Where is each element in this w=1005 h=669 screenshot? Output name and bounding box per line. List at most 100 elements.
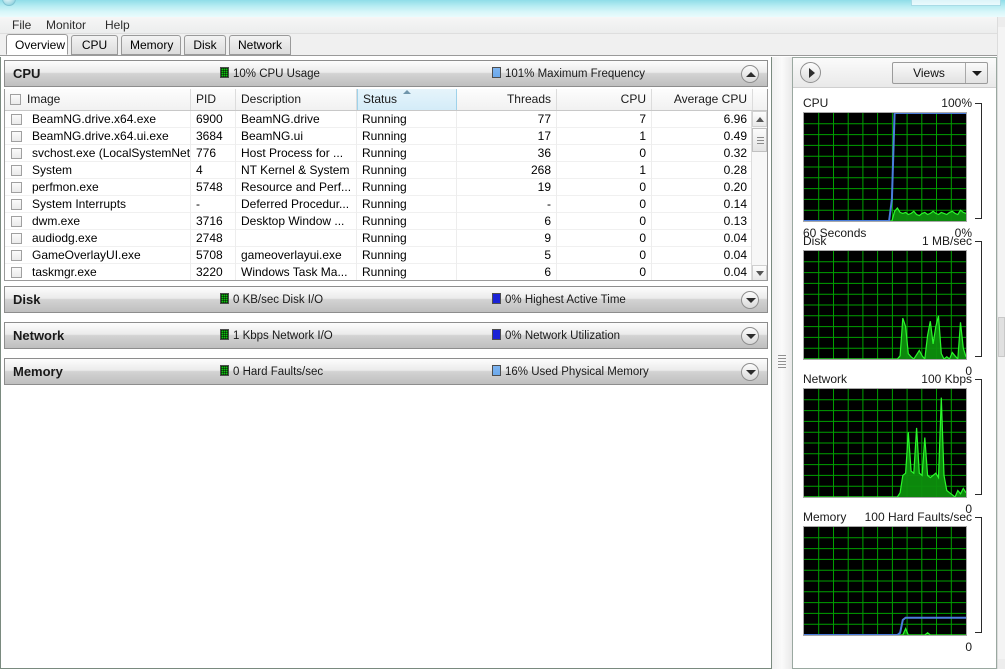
table-row[interactable]: svchost.exe (LocalSystemNet... 776 Host Pr… bbox=[5, 145, 753, 162]
graph-disk: Disk 1 MB/sec 0 bbox=[803, 234, 988, 378]
cell-image: dwm.exe bbox=[27, 213, 191, 230]
cell-cpu: 0 bbox=[557, 196, 652, 213]
process-table: Image PID Description Status Threads CPU… bbox=[4, 89, 768, 281]
cell-threads: 77 bbox=[457, 111, 557, 128]
cell-image: svchost.exe (LocalSystemNet... bbox=[27, 145, 191, 162]
cell-pid: 3220 bbox=[191, 264, 236, 280]
cell-description: NT Kernel & System bbox=[236, 162, 357, 179]
row-checkbox[interactable] bbox=[11, 250, 22, 261]
cell-cpu: 7 bbox=[557, 111, 652, 128]
row-checkbox[interactable] bbox=[11, 148, 22, 159]
cell-cpu: 0 bbox=[557, 230, 652, 247]
column-header-description[interactable]: Description bbox=[236, 89, 357, 110]
cell-pid: 3716 bbox=[191, 213, 236, 230]
table-row[interactable]: dwm.exe 3716 Desktop Window ... Running 6 0 0.… bbox=[5, 213, 753, 230]
window-scrollbar-thumb[interactable] bbox=[998, 317, 1005, 357]
section-header-disk[interactable]: Disk 0 KB/sec Disk I/O 0% Highest Active… bbox=[4, 286, 768, 313]
section-header-cpu[interactable]: CPU 10% CPU Usage 101% Maximum Frequency bbox=[4, 60, 768, 87]
cell-threads: 268 bbox=[457, 162, 557, 179]
tab-disk[interactable]: Disk bbox=[184, 35, 226, 55]
tab-cpu[interactable]: CPU bbox=[71, 35, 118, 55]
tab-memory[interactable]: Memory bbox=[121, 35, 181, 55]
scroll-down-button[interactable] bbox=[752, 265, 767, 280]
table-row[interactable]: BeamNG.drive.x64.exe 6900 BeamNG.drive Runn… bbox=[5, 111, 753, 128]
cell-cpu: 1 bbox=[557, 128, 652, 145]
column-header-status[interactable]: Status bbox=[357, 89, 457, 110]
column-header-threads[interactable]: Threads bbox=[457, 89, 557, 110]
cell-pid: - bbox=[191, 196, 236, 213]
cell-cpu: 0 bbox=[557, 213, 652, 230]
cell-status: Running bbox=[357, 128, 457, 145]
light-blue-swatch-icon bbox=[492, 365, 501, 376]
cell-cpu: 0 bbox=[557, 179, 652, 196]
scrollbar-thumb[interactable] bbox=[752, 128, 767, 152]
green-swatch-icon bbox=[220, 293, 229, 304]
row-checkbox[interactable] bbox=[11, 267, 22, 278]
table-row[interactable]: System 4 NT Kernel & System Running 268 1 0.28 bbox=[5, 162, 753, 179]
column-header-pid[interactable]: PID bbox=[191, 89, 236, 110]
row-checkbox[interactable] bbox=[11, 114, 22, 125]
chevron-down-icon[interactable] bbox=[741, 327, 759, 345]
table-row[interactable]: GameOverlayUI.exe 5708 gameoverlayui.exe Ru… bbox=[5, 247, 753, 264]
column-header-image[interactable]: Image bbox=[5, 89, 191, 110]
table-row[interactable]: BeamNG.drive.x64.ui.exe 3684 BeamNG.ui Runn… bbox=[5, 128, 753, 145]
tab-overview[interactable]: Overview bbox=[6, 34, 68, 55]
graph-axis-bracket bbox=[975, 241, 982, 357]
green-swatch-icon bbox=[220, 67, 229, 78]
column-header-cpu[interactable]: CPU bbox=[557, 89, 652, 110]
cell-threads: 6 bbox=[457, 213, 557, 230]
section-header-network[interactable]: Network 1 Kbps Network I/O 0% Network Ut… bbox=[4, 322, 768, 349]
graph-max-label: 100 Hard Faults/sec bbox=[864, 510, 972, 524]
cell-description: Deferred Procedur... bbox=[236, 196, 357, 213]
row-checkbox[interactable] bbox=[11, 131, 22, 142]
scroll-up-button[interactable] bbox=[752, 111, 767, 127]
table-row[interactable]: taskmgr.exe 3220 Windows Task Ma... Running… bbox=[5, 264, 753, 280]
cell-image: BeamNG.drive.x64.exe bbox=[27, 111, 191, 128]
graph-plot-area bbox=[803, 526, 967, 636]
select-all-checkbox[interactable] bbox=[10, 94, 21, 105]
graph-title-cpu: CPU bbox=[803, 96, 829, 110]
blue-swatch-icon bbox=[492, 329, 501, 340]
graph-title-network: Network bbox=[803, 372, 848, 386]
menu-item-monitor[interactable]: Monitor bbox=[42, 18, 90, 33]
sort-ascending-icon bbox=[403, 90, 411, 94]
blue-swatch-icon bbox=[492, 293, 501, 304]
chevron-down-icon[interactable] bbox=[741, 291, 759, 309]
section-header-memory[interactable]: Memory 0 Hard Faults/sec 16% Used Physic… bbox=[4, 358, 768, 385]
cell-description: BeamNG.ui bbox=[236, 128, 357, 145]
row-checkbox[interactable] bbox=[11, 216, 22, 227]
cell-image: audiodg.exe bbox=[27, 230, 191, 247]
menu-item-help[interactable]: Help bbox=[101, 18, 134, 33]
tab-network[interactable]: Network bbox=[229, 35, 291, 55]
table-row[interactable]: audiodg.exe 2748 Running 9 0 0.04 bbox=[5, 230, 753, 247]
row-checkbox[interactable] bbox=[11, 199, 22, 210]
cell-avg-cpu: 0.04 bbox=[652, 264, 753, 280]
row-checkbox[interactable] bbox=[11, 182, 22, 193]
table-scrollbar[interactable] bbox=[751, 111, 767, 280]
chevron-up-icon[interactable] bbox=[741, 65, 759, 83]
cell-status: Running bbox=[357, 264, 457, 280]
window-controls[interactable] bbox=[911, 0, 1001, 6]
row-checkbox[interactable] bbox=[11, 165, 22, 176]
column-header-average-cpu[interactable]: Average CPU bbox=[652, 89, 753, 110]
section-title-memory: Memory bbox=[13, 364, 63, 379]
expand-arrow-icon[interactable] bbox=[800, 62, 821, 83]
graph-plot-area bbox=[803, 250, 967, 360]
window-scroll-down-button[interactable] bbox=[998, 659, 1005, 669]
window-scroll-up-button[interactable] bbox=[998, 17, 1005, 27]
window-scrollbar[interactable] bbox=[997, 17, 1005, 669]
chevron-down-icon[interactable] bbox=[741, 363, 759, 381]
table-row[interactable]: System Interrupts - Deferred Procedur... Ru… bbox=[5, 196, 753, 213]
graph-plot-area bbox=[803, 388, 967, 498]
cell-description: Windows Task Ma... bbox=[236, 264, 357, 280]
menu-item-file[interactable]: File bbox=[8, 18, 35, 33]
graph-axis-bracket bbox=[975, 517, 982, 633]
cell-description bbox=[236, 230, 357, 247]
cell-cpu: 0 bbox=[557, 264, 652, 280]
cell-cpu: 1 bbox=[557, 162, 652, 179]
row-checkbox[interactable] bbox=[11, 233, 22, 244]
chevron-down-icon[interactable] bbox=[965, 63, 987, 83]
table-row[interactable]: perfmon.exe 5748 Resource and Perf... Runni… bbox=[5, 179, 753, 196]
views-button[interactable]: Views bbox=[892, 62, 988, 84]
pane-splitter[interactable] bbox=[772, 57, 792, 669]
